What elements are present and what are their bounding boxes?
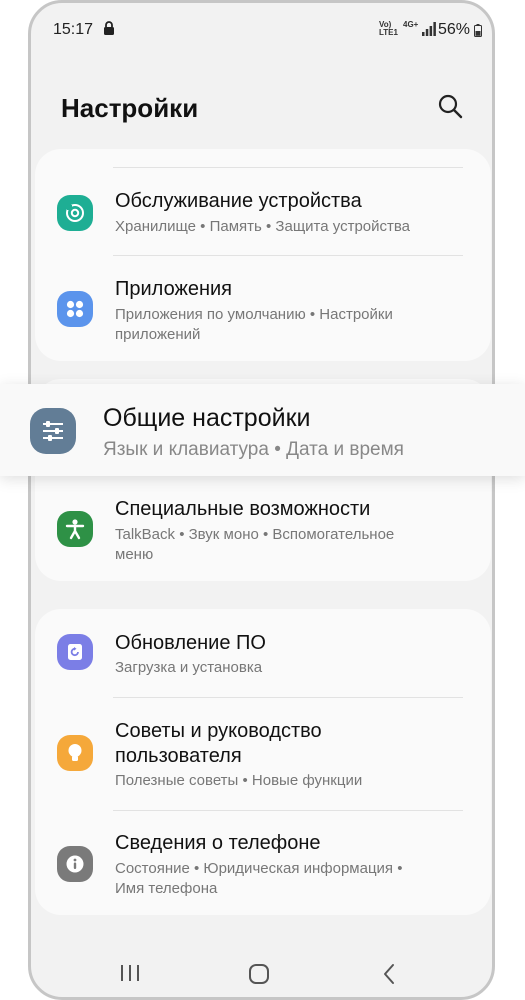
item-subtitle: Загрузка и установка bbox=[115, 659, 263, 676]
navigation-bar bbox=[31, 943, 492, 997]
battery-icon bbox=[474, 24, 482, 37]
volte-label: Vo) LTE1 bbox=[379, 20, 398, 37]
item-title: Приложения bbox=[115, 278, 233, 300]
list-item-about-phone[interactable]: Сведения о телефоне Состояние • Юридичес… bbox=[35, 811, 491, 911]
lock-icon bbox=[104, 21, 114, 35]
page-title: Настройки bbox=[61, 93, 199, 123]
settings-card-3: Обновление ПО Загрузка и установка Совет… bbox=[35, 609, 491, 915]
item-title: Сведения о телефоне bbox=[115, 832, 321, 854]
list-item-software-update[interactable]: Обновление ПО Загрузка и установка bbox=[35, 609, 491, 697]
list-item-device-care[interactable]: Обслуживание устройства Хранилище • Памя… bbox=[35, 177, 491, 257]
signal-icon bbox=[422, 22, 436, 36]
device-care-icon bbox=[57, 195, 93, 231]
item-subtitle: Приложения по умолчанию • Настройки bbox=[115, 306, 393, 323]
list-item-tips[interactable]: Советы и руководство пользователя Полезн… bbox=[35, 698, 491, 810]
status-bar: 15:17 Vo) LTE1 4G+ 56% bbox=[31, 3, 492, 53]
status-time: 15:17 bbox=[53, 21, 94, 38]
divider bbox=[113, 167, 463, 168]
software-update-icon bbox=[57, 634, 93, 670]
accessibility-icon bbox=[57, 511, 93, 547]
item-subtitle: Язык и клавиатура • Дата и время bbox=[103, 439, 404, 460]
item-title: Обслуживание устройства bbox=[115, 190, 362, 212]
item-subtitle: Полезные советы • Новые функции bbox=[115, 772, 363, 789]
status-indicators: Vo) LTE1 4G+ 56% bbox=[342, 19, 492, 39]
about-phone-icon bbox=[57, 846, 93, 882]
tips-icon bbox=[57, 735, 93, 771]
item-subtitle: Хранилище • Память • Защита устройства bbox=[115, 218, 411, 235]
battery-percent: 56% bbox=[438, 21, 471, 38]
search-icon[interactable] bbox=[437, 93, 463, 119]
item-title: Специальные возможности bbox=[115, 498, 371, 520]
item-subtitle-cont: Имя телефона bbox=[115, 880, 218, 897]
home-icon[interactable] bbox=[248, 963, 270, 985]
divider bbox=[113, 255, 463, 256]
settings-card-1: Обслуживание устройства Хранилище • Памя… bbox=[35, 149, 491, 361]
item-subtitle: Состояние • Юридическая информация • bbox=[115, 860, 403, 877]
list-item-accessibility[interactable]: Специальные возможности TalkBack • Звук … bbox=[35, 487, 491, 579]
list-item-general-settings[interactable]: Общие настройки Язык и клавиатура • Дата… bbox=[0, 384, 525, 476]
item-subtitle: TalkBack • Звук моно • Вспомогательное bbox=[115, 526, 395, 543]
item-subtitle-cont: меню bbox=[115, 546, 154, 563]
phone-frame: 15:17 Vo) LTE1 4G+ 56% Настройки Обслужи… bbox=[28, 0, 495, 1000]
item-title-cont: пользователя bbox=[115, 745, 242, 767]
recent-apps-icon[interactable] bbox=[119, 963, 141, 983]
item-title: Обновление ПО bbox=[115, 632, 266, 654]
apps-icon bbox=[57, 291, 93, 327]
general-settings-icon bbox=[30, 408, 76, 454]
back-icon[interactable] bbox=[381, 963, 397, 985]
item-subtitle-cont: приложений bbox=[115, 326, 201, 343]
item-title: Общие настройки bbox=[103, 404, 311, 432]
item-title: Советы и руководство bbox=[115, 720, 322, 742]
network-type-label: 4G+ bbox=[403, 20, 419, 29]
list-item-apps[interactable]: Приложения Приложения по умолчанию • Нас… bbox=[35, 257, 491, 349]
